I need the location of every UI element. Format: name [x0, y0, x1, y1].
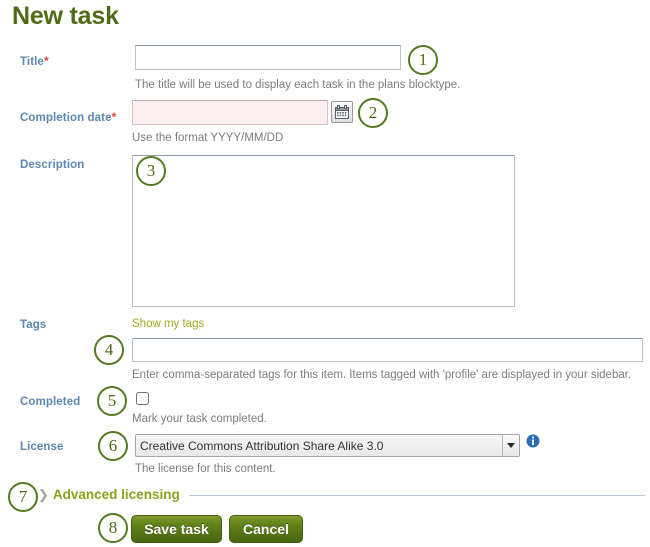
callout-marker-6: 6: [98, 431, 128, 461]
title-label-text: Title: [20, 56, 44, 68]
callout-marker-5: 5: [97, 386, 127, 416]
chevron-right-icon: ❯: [38, 487, 49, 502]
completion-date-required-asterisk: *: [111, 110, 117, 124]
info-icon[interactable]: [526, 434, 540, 448]
completion-date-field-label: Completion date*: [20, 110, 116, 124]
tags-field-label: Tags: [20, 319, 47, 331]
callout-marker-1: 1: [408, 45, 438, 75]
callout-marker-2: 2: [358, 98, 388, 128]
license-field-label: License: [20, 441, 64, 453]
completion-date-help-text: Use the format YYYY/MM/DD: [132, 132, 284, 144]
completion-date-label-text: Completion date: [20, 112, 112, 124]
completed-checkbox[interactable]: [136, 392, 149, 405]
description-textarea[interactable]: [132, 155, 515, 307]
title-input[interactable]: [135, 45, 401, 70]
callout-marker-4: 4: [94, 335, 124, 365]
title-required-asterisk: *: [43, 54, 49, 68]
title-field-label: Title*: [20, 54, 49, 68]
license-help-text: The license for this content.: [135, 463, 276, 475]
page-title: New task: [12, 2, 119, 30]
tags-help-text: Enter comma-separated tags for this item…: [132, 369, 632, 381]
calendar-icon: [335, 105, 349, 119]
completed-field-label: Completed: [20, 396, 81, 408]
calendar-icon-button[interactable]: [331, 101, 353, 123]
tags-input[interactable]: [132, 338, 643, 362]
advanced-licensing-divider: [189, 495, 645, 496]
callout-marker-7: 7: [8, 482, 38, 512]
title-help-text: The title will be used to display each t…: [135, 79, 461, 91]
show-my-tags-link[interactable]: Show my tags: [132, 318, 204, 330]
advanced-licensing-toggle[interactable]: ❯ Advanced licensing: [38, 487, 180, 502]
cancel-button[interactable]: Cancel: [229, 515, 303, 543]
description-field-label: Description: [20, 159, 85, 171]
completed-help-text: Mark your task completed.: [132, 413, 267, 425]
advanced-licensing-label: Advanced licensing: [52, 487, 180, 502]
license-select[interactable]: Creative Commons Attribution Share Alike…: [135, 434, 520, 457]
callout-marker-8: 8: [98, 513, 128, 543]
completion-date-input[interactable]: [132, 100, 328, 125]
save-task-button[interactable]: Save task: [131, 515, 222, 543]
